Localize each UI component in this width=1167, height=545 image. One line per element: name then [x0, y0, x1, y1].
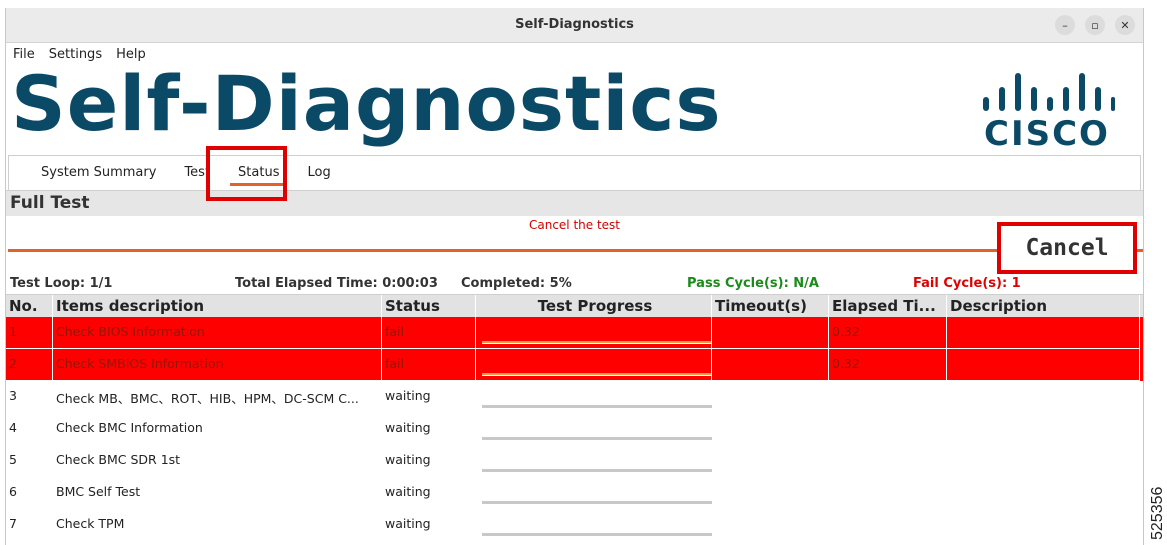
close-button[interactable]: ✕ — [1115, 15, 1135, 35]
cisco-logo-icon: CISCO — [983, 73, 1115, 149]
row-item: BMC Self Test — [56, 484, 141, 499]
progress-bar — [482, 341, 711, 344]
stats-row: Test Loop: 1/1 Total Elapsed Time: 0:00:… — [6, 274, 1143, 294]
row-no: 2 — [9, 356, 17, 371]
progress-bar — [482, 501, 712, 504]
table-row[interactable]: 6 BMC Self Test waiting — [6, 477, 1143, 509]
col-description[interactable]: Description — [947, 295, 1140, 317]
progress-bar — [482, 405, 712, 408]
row-no: 3 — [9, 388, 17, 403]
table-header: No. Items description Status Test Progre… — [6, 294, 1143, 317]
row-no: 5 — [9, 452, 17, 467]
test-table: No. Items description Status Test Progre… — [6, 294, 1143, 541]
banner: Self-Diagnostics CISCO — [6, 59, 1143, 155]
col-progress[interactable]: Test Progress — [476, 295, 712, 317]
cancel-button[interactable]: Cancel — [997, 222, 1137, 274]
row-status: fail — [385, 356, 405, 371]
cisco-logo-text: CISCO — [984, 114, 1110, 149]
tab-log[interactable]: Log — [293, 156, 344, 190]
table-row[interactable]: 4 Check BMC Information waiting — [6, 413, 1143, 445]
row-status: waiting — [385, 516, 431, 531]
table-row[interactable]: 7 Check TPM waiting — [6, 509, 1143, 541]
section-title: Full Test — [6, 190, 1143, 216]
col-no[interactable]: No. — [6, 295, 53, 317]
row-status: waiting — [385, 420, 431, 435]
table-row[interactable]: 2 Check SMBIOS Information fail 0.32 — [6, 349, 1143, 381]
row-item: Check MB、BMC、ROT、HIB、HPM、DC-SCM C... — [56, 391, 359, 406]
row-elapsed: 0.32 — [832, 356, 860, 371]
cancel-message: Cancel the test — [528, 218, 621, 232]
progress-divider — [8, 249, 1143, 252]
col-status[interactable]: Status — [382, 295, 476, 317]
cancel-area: Cancel the test Cancel — [6, 216, 1143, 274]
figure-id: 525356 — [1147, 480, 1167, 540]
row-status: waiting — [385, 388, 431, 403]
col-timeout[interactable]: Timeout(s) — [712, 295, 829, 317]
col-elapsed[interactable]: Elapsed Ti... — [829, 295, 947, 317]
tab-system-summary[interactable]: System Summary — [27, 156, 170, 190]
table-row[interactable]: 1 Check BIOS Information fail 0.32 — [6, 317, 1143, 349]
figure-id-text: 525356 — [1149, 486, 1166, 540]
progress-bar — [482, 469, 712, 472]
col-items[interactable]: Items description — [53, 295, 382, 317]
title-bar[interactable]: Self-Diagnostics – ▫ ✕ — [6, 8, 1143, 43]
tab-bar: System Summary Test Status Log — [8, 146, 1141, 201]
progress-bar — [482, 533, 712, 536]
pass-cycles: Pass Cycle(s): N/A — [687, 276, 819, 291]
row-no: 1 — [9, 324, 17, 339]
row-item: Check BMC SDR 1st — [56, 452, 181, 467]
maximize-button[interactable]: ▫ — [1085, 15, 1105, 35]
row-no: 7 — [9, 516, 17, 531]
progress-bar — [482, 373, 711, 376]
row-item: Check TPM — [56, 516, 125, 531]
app-window: Self-Diagnostics – ▫ ✕ File Settings Hel… — [5, 8, 1144, 545]
row-status: waiting — [385, 484, 431, 499]
window-title: Self-Diagnostics — [515, 17, 634, 32]
row-status: waiting — [385, 452, 431, 467]
row-status: fail — [385, 324, 405, 339]
row-no: 6 — [9, 484, 17, 499]
table-row[interactable]: 5 Check BMC SDR 1st waiting — [6, 445, 1143, 477]
test-loop: Test Loop: 1/1 — [10, 276, 113, 291]
minimize-button[interactable]: – — [1055, 15, 1075, 35]
row-item: Check BMC Information — [56, 420, 203, 435]
completed-percent: Completed: 5% — [461, 276, 572, 291]
row-no: 4 — [9, 420, 17, 435]
total-elapsed-time: Total Elapsed Time: 0:00:03 — [235, 276, 438, 291]
table-row[interactable]: 3 Check MB、BMC、ROT、HIB、HPM、DC-SCM C... w… — [6, 381, 1143, 413]
row-elapsed: 0.32 — [832, 324, 860, 339]
status-tab-highlight — [206, 146, 287, 201]
progress-bar — [482, 437, 712, 440]
row-item: Check SMBIOS Information — [56, 356, 224, 371]
fail-cycles: Fail Cycle(s): 1 — [913, 276, 1021, 291]
banner-heading: Self-Diagnostics — [11, 59, 722, 148]
row-item: Check BIOS Information — [56, 324, 205, 339]
